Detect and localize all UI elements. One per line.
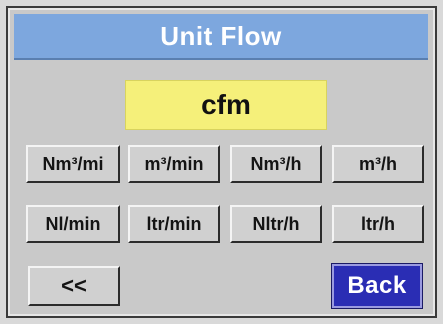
unit-button-m3-min[interactable]: m³/min [128, 145, 220, 183]
unit-button-label: ltr/h [361, 213, 395, 234]
current-unit-display: cfm [125, 80, 327, 130]
unit-button-label: ltr/min [146, 213, 202, 234]
unit-button-label: m³/h [359, 153, 397, 174]
page-title: Unit Flow [160, 20, 282, 51]
unit-button-label: Nltr/h [252, 213, 300, 234]
current-unit-value: cfm [201, 89, 251, 120]
unit-button-nm3-h[interactable]: Nm³/h [230, 145, 322, 183]
previous-button-label: << [61, 273, 87, 298]
unit-button-label: m³/min [144, 153, 204, 174]
unit-button-label: Nm³/mi [42, 153, 104, 174]
back-button-label: Back [347, 272, 407, 299]
unit-button-nm3-min[interactable]: Nm³/mi [26, 145, 120, 183]
unit-button-nltr-h[interactable]: Nltr/h [230, 205, 322, 243]
unit-button-ltr-min[interactable]: ltr/min [128, 205, 220, 243]
unit-button-ltr-h[interactable]: ltr/h [332, 205, 424, 243]
unit-button-m3-h[interactable]: m³/h [332, 145, 424, 183]
unit-button-label: Nm³/h [250, 153, 302, 174]
back-button[interactable]: Back [332, 264, 422, 308]
previous-button[interactable]: << [28, 266, 120, 306]
unit-button-nl-min[interactable]: Nl/min [26, 205, 120, 243]
unit-button-label: Nl/min [45, 213, 101, 234]
title-bar: Unit Flow [14, 14, 428, 60]
